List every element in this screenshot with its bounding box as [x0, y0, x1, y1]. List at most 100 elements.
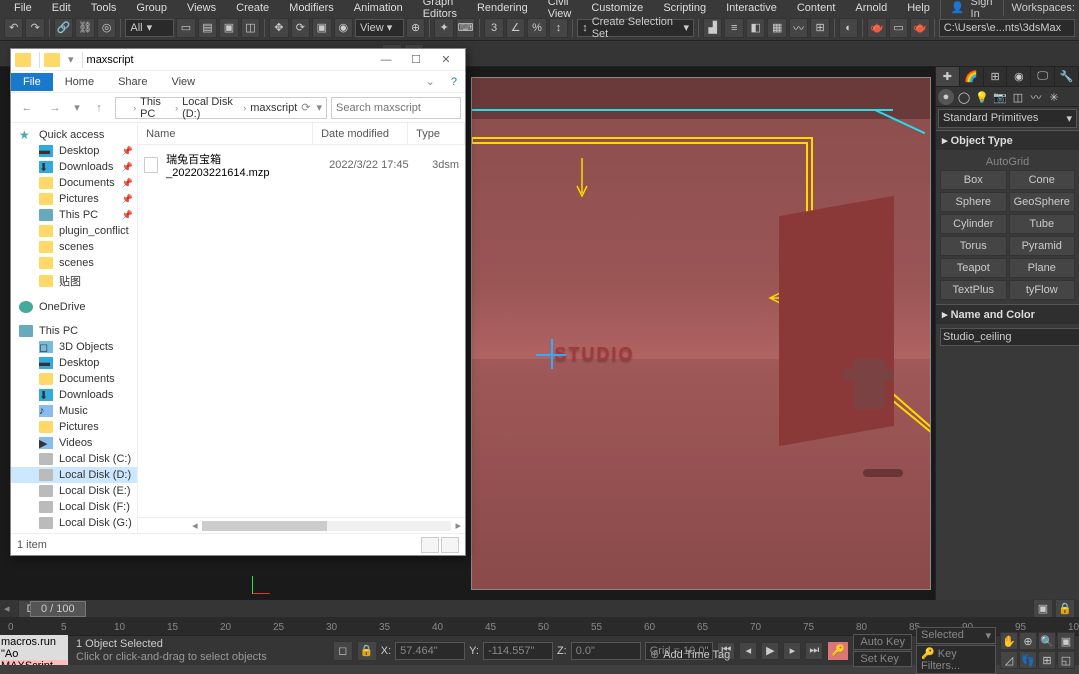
cone-button[interactable]: Cone: [1009, 170, 1076, 190]
spacewarps-icon[interactable]: 〰: [1028, 89, 1044, 105]
snap-button[interactable]: 3: [484, 18, 503, 38]
set-key-big-button[interactable]: 🔑: [827, 641, 849, 661]
key-mode-dropdown[interactable]: Selected▾: [916, 627, 996, 644]
help-button[interactable]: ?: [443, 76, 465, 88]
zoom-button[interactable]: 🔍: [1038, 632, 1056, 650]
render-setup-button[interactable]: 🫖: [867, 18, 886, 38]
hierarchy-panel-tab[interactable]: ⊞: [984, 67, 1008, 86]
address-bar[interactable]: › This PC› Local Disk (D:)› maxscript ⟳ …: [115, 97, 327, 119]
move-button[interactable]: ✥: [269, 18, 288, 38]
up-button[interactable]: ↑: [87, 96, 111, 120]
tree-desktop2[interactable]: ▬Desktop: [11, 355, 137, 371]
share-tab[interactable]: Share: [106, 73, 159, 91]
project-path[interactable]: C:\Users\e...nts\3dsMax: [939, 19, 1075, 37]
pan-button[interactable]: ✋: [1000, 632, 1018, 650]
close-button[interactable]: ✕: [431, 50, 461, 70]
menu-edit[interactable]: Edit: [42, 2, 81, 14]
scroll-left[interactable]: ◂: [188, 519, 202, 532]
create-panel-tab[interactable]: ✚: [936, 67, 960, 86]
minimize-button[interactable]: —: [371, 50, 401, 70]
motion-panel-tab[interactable]: ◉: [1007, 67, 1031, 86]
lock-toggle[interactable]: 🔒: [357, 641, 377, 661]
icons-view-button[interactable]: [441, 537, 459, 553]
select-region-button[interactable]: ▣: [219, 18, 238, 38]
transform-gizmo[interactable]: [536, 339, 566, 369]
menu-create[interactable]: Create: [226, 2, 279, 14]
angle-snap-button[interactable]: ∠: [506, 18, 525, 38]
geometry-icon[interactable]: ●: [938, 89, 954, 105]
tree-downloads2[interactable]: ⬇Downloads: [11, 387, 137, 403]
details-view-button[interactable]: [421, 537, 439, 553]
systems-icon[interactable]: ✳: [1046, 89, 1062, 105]
select-button[interactable]: ▭: [176, 18, 195, 38]
menu-group[interactable]: Group: [126, 2, 177, 14]
maximize-button[interactable]: ⊞: [1038, 651, 1056, 669]
z-coord[interactable]: 0.0": [571, 642, 641, 660]
add-time-tag[interactable]: Add Time Tag: [663, 649, 730, 661]
expand-ribbon-button[interactable]: ⌄: [418, 75, 443, 88]
isolate-toggle[interactable]: ◻: [333, 641, 353, 661]
ribbon-button[interactable]: ▦: [767, 18, 786, 38]
plane-button[interactable]: Plane: [1009, 258, 1076, 278]
sphere-button[interactable]: Sphere: [940, 192, 1007, 212]
schematic-button[interactable]: ⊞: [810, 18, 829, 38]
tree-pictures2[interactable]: Pictures: [11, 419, 137, 435]
rotate-button[interactable]: ⟳: [291, 18, 310, 38]
display-panel-tab[interactable]: 🖵: [1031, 67, 1055, 86]
window-crossing-button[interactable]: ◫: [241, 18, 260, 38]
tree-disk-d[interactable]: Local Disk (D:): [11, 467, 137, 483]
tree-documents[interactable]: Documents📌: [11, 175, 137, 191]
tree-scenes2[interactable]: scenes: [11, 255, 137, 271]
file-tab[interactable]: File: [11, 73, 53, 91]
tree-desktop[interactable]: ▬Desktop📌: [11, 143, 137, 159]
zoom-extents-button[interactable]: ▣: [1057, 632, 1075, 650]
play-button[interactable]: ▶: [761, 642, 779, 660]
menu-customize[interactable]: Customize: [581, 2, 653, 14]
torus-button[interactable]: Torus: [940, 236, 1007, 256]
tree-tietu[interactable]: 贴图: [11, 271, 137, 291]
frame-indicator[interactable]: 0 / 100: [30, 601, 86, 617]
redo-button[interactable]: ↷: [25, 18, 44, 38]
placement-button[interactable]: ◉: [334, 18, 353, 38]
percent-snap-button[interactable]: %: [527, 18, 546, 38]
mirror-button[interactable]: ▟: [703, 18, 722, 38]
render-button[interactable]: 🫖: [910, 18, 929, 38]
tree-pictures[interactable]: Pictures📌: [11, 191, 137, 207]
tree-disk-c[interactable]: Local Disk (C:): [11, 451, 137, 467]
textplus-button[interactable]: TextPlus: [940, 280, 1007, 300]
tree-disk-f[interactable]: Local Disk (F:): [11, 499, 137, 515]
tree-downloads[interactable]: ⬇Downloads📌: [11, 159, 137, 175]
column-headers[interactable]: Name Date modified Type: [138, 123, 465, 145]
walk-button[interactable]: 👣: [1019, 651, 1037, 669]
maxscript-listener[interactable]: macros.run "Ao MAXScript Min: [0, 635, 68, 665]
utilities-panel-tab[interactable]: 🔧: [1055, 67, 1079, 86]
maximize-button[interactable]: ☐: [401, 50, 431, 70]
workspaces-selector[interactable]: Workspaces:: [1003, 0, 1079, 16]
forward-button[interactable]: →: [43, 96, 67, 120]
col-type[interactable]: Type: [408, 123, 465, 144]
menu-animation[interactable]: Animation: [344, 2, 413, 14]
shapes-icon[interactable]: ◯: [956, 89, 972, 105]
menu-scripting[interactable]: Scripting: [653, 2, 716, 14]
render-frame-button[interactable]: ▭: [889, 18, 908, 38]
category-dropdown[interactable]: Standard Primitives▾: [938, 109, 1077, 128]
orbit-button[interactable]: ⊕: [1019, 632, 1037, 650]
menu-help[interactable]: Help: [897, 2, 940, 14]
tree-disk-e[interactable]: Local Disk (E:): [11, 483, 137, 499]
isolate-button[interactable]: ▣: [1033, 599, 1053, 619]
menu-file[interactable]: File: [4, 2, 42, 14]
tree-documents2[interactable]: Documents: [11, 371, 137, 387]
menu-interactive[interactable]: Interactive: [716, 2, 787, 14]
teapot-button[interactable]: Teapot: [940, 258, 1007, 278]
select-name-button[interactable]: ▤: [198, 18, 217, 38]
back-button[interactable]: ←: [15, 96, 39, 120]
navigation-tree[interactable]: ★Quick access ▬Desktop📌 ⬇Downloads📌 Docu…: [11, 123, 138, 533]
perspective-viewport[interactable]: STUDIO: [471, 77, 931, 590]
unlink-button[interactable]: ⛓: [75, 18, 94, 38]
menu-rendering[interactable]: Rendering: [467, 2, 538, 14]
key-filters-button[interactable]: 🔑 Key Filters...: [916, 645, 996, 674]
selection-lock-button[interactable]: 🔒: [1055, 599, 1075, 619]
menu-tools[interactable]: Tools: [81, 2, 127, 14]
cylinder-button[interactable]: Cylinder: [940, 214, 1007, 234]
explorer-titlebar[interactable]: ▾ maxscript — ☐ ✕: [11, 49, 465, 71]
